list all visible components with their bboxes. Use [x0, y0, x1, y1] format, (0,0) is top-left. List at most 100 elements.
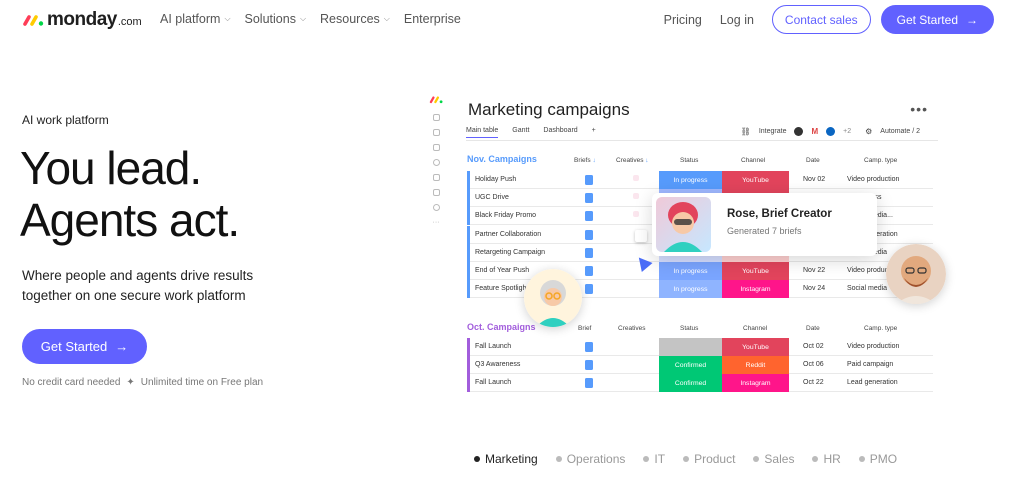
- table-row[interactable]: Fall Launch YouTube Oct 02 Video production: [467, 338, 933, 356]
- campaign-type-cell[interactable]: Video production: [847, 343, 899, 350]
- hero-eyebrow: AI work platform: [22, 113, 109, 127]
- category-tab-product[interactable]: Product: [683, 452, 735, 466]
- login-link[interactable]: Log in: [720, 13, 754, 27]
- calendar-icon[interactable]: [432, 129, 440, 136]
- category-tab-operations[interactable]: Operations: [555, 452, 625, 466]
- document-icon[interactable]: [585, 266, 593, 276]
- nav-link-label: Enterprise: [403, 12, 461, 26]
- people-icon[interactable]: [432, 189, 440, 196]
- headline-line-2: Agents act.: [20, 194, 240, 246]
- date-cell[interactable]: Oct 06: [803, 361, 824, 368]
- tab-gantt[interactable]: Gantt: [512, 127, 529, 138]
- column-header: Channel: [741, 157, 766, 164]
- more-options-icon[interactable]: •••: [910, 101, 928, 117]
- item-name[interactable]: Q3 Awareness: [475, 361, 520, 368]
- creative-thumbnail-icon[interactable]: [633, 193, 639, 200]
- item-name[interactable]: Partner Collaboration: [475, 231, 541, 238]
- hero-headline: You lead. Agents act.: [20, 142, 240, 246]
- nav-resources[interactable]: Resources ⌵: [320, 12, 390, 26]
- channel-cell[interactable]: Reddit: [722, 356, 789, 375]
- board-side-rail: ···: [424, 95, 448, 235]
- category-tab-label: Sales: [764, 452, 795, 466]
- campaign-type-cell[interactable]: Paid campaign: [847, 361, 893, 368]
- document-icon[interactable]: [585, 360, 593, 371]
- hero-get-started-button[interactable]: Get Started →: [22, 329, 147, 364]
- integrate-button[interactable]: Integrate: [759, 128, 787, 135]
- date-cell[interactable]: Nov 02: [803, 176, 825, 183]
- status-cell[interactable]: Confirmed: [659, 356, 722, 375]
- document-icon[interactable]: [585, 247, 593, 258]
- table-row[interactable]: Q3 Awareness Confirmed Reddit Oct 06 Paid ca…: [467, 356, 933, 375]
- category-tab-pmo[interactable]: PMO: [858, 452, 897, 466]
- creative-thumbnail-icon[interactable]: [633, 175, 639, 181]
- category-tab-marketing[interactable]: Marketing: [474, 452, 538, 466]
- channel-cell[interactable]: YouTube: [722, 262, 789, 280]
- status-cell[interactable]: In progress: [659, 280, 722, 299]
- document-icon[interactable]: [585, 229, 593, 240]
- add-view-button[interactable]: +: [592, 127, 596, 138]
- campaign-type-cell[interactable]: Social media: [847, 285, 887, 292]
- item-name[interactable]: Fall Launch: [475, 379, 511, 386]
- home-icon[interactable]: [432, 114, 440, 121]
- document-icon[interactable]: [585, 211, 593, 222]
- status-cell[interactable]: Confirmed: [659, 374, 722, 393]
- notes-icon[interactable]: [432, 144, 440, 151]
- table-row[interactable]: Holiday Push In progress YouTube Nov 02 Vide…: [467, 171, 933, 189]
- item-name[interactable]: Feature Spotlight: [475, 285, 528, 292]
- date-cell[interactable]: Oct 02: [803, 343, 824, 350]
- channel-cell[interactable]: YouTube: [722, 338, 789, 356]
- document-icon[interactable]: [585, 378, 593, 389]
- creative-thumbnail-icon[interactable]: [635, 229, 647, 242]
- agent-name: Rose, Brief Creator: [727, 208, 832, 220]
- date-cell[interactable]: Oct 22: [803, 379, 824, 386]
- category-tab-sales[interactable]: Sales: [753, 452, 794, 466]
- contact-sales-button[interactable]: Contact sales: [771, 5, 871, 34]
- channel-cell[interactable]: YouTube: [722, 171, 789, 189]
- nav-enterprise[interactable]: Enterprise: [404, 12, 461, 26]
- bullet-icon: [858, 456, 865, 462]
- item-name[interactable]: Fall Launch: [475, 343, 511, 350]
- nav-get-started-button[interactable]: Get Started →: [880, 5, 994, 34]
- campaign-type-cell[interactable]: Lead generation: [847, 379, 898, 386]
- category-tab-hr[interactable]: HR: [812, 452, 841, 466]
- date-cell[interactable]: Nov 22: [803, 267, 825, 274]
- heart-icon[interactable]: [432, 159, 440, 166]
- group-title-nov[interactable]: Nov. Campaigns: [467, 154, 537, 164]
- tab-dashboard[interactable]: Dashboard: [543, 127, 577, 138]
- chevron-down-icon: ⌵: [383, 14, 390, 23]
- group-title-oct[interactable]: Oct. Campaigns: [467, 322, 536, 332]
- channel-cell[interactable]: Instagram: [722, 374, 789, 393]
- item-name[interactable]: Black Friday Promo: [475, 212, 536, 219]
- column-header: Briefs ↓: [574, 157, 596, 164]
- document-icon[interactable]: [585, 193, 593, 204]
- nav-ai-platform[interactable]: AI platform ⌵: [160, 12, 231, 26]
- item-name[interactable]: UGC Drive: [475, 194, 509, 201]
- table-row[interactable]: Fall Launch Confirmed Instagram Oct 22 Lead …: [467, 374, 933, 393]
- more-icon[interactable]: ···: [424, 219, 448, 226]
- tab-main-table[interactable]: Main table: [466, 127, 499, 138]
- nav-links: AI platform ⌵ Solutions ⌵ Resources ⌵ En…: [160, 12, 461, 26]
- status-cell[interactable]: In progress: [659, 262, 722, 280]
- document-icon[interactable]: [585, 342, 593, 352]
- campaign-type-cell[interactable]: Video production: [847, 176, 899, 183]
- button-label: Get Started: [40, 339, 108, 354]
- creative-thumbnail-icon[interactable]: [633, 211, 639, 218]
- automate-button[interactable]: Automate / 2: [880, 128, 920, 135]
- board-title: Marketing campaigns: [468, 100, 630, 119]
- settings-icon[interactable]: [432, 204, 440, 211]
- status-cell[interactable]: [659, 338, 722, 356]
- apps-icon[interactable]: [432, 174, 440, 181]
- channel-cell[interactable]: Instagram: [722, 280, 789, 299]
- category-tab-it[interactable]: IT: [643, 452, 665, 466]
- item-name[interactable]: End of Year Push: [475, 267, 529, 274]
- document-icon[interactable]: [585, 175, 593, 185]
- monday-logo[interactable]: monday .com: [22, 9, 142, 31]
- nav-link-label: Resources: [320, 12, 380, 26]
- document-icon[interactable]: [585, 284, 593, 295]
- pricing-link[interactable]: Pricing: [664, 13, 702, 27]
- date-cell[interactable]: Nov 24: [803, 285, 825, 292]
- nav-solutions[interactable]: Solutions ⌵: [245, 12, 307, 26]
- item-name[interactable]: Retargeting Campaign: [475, 249, 545, 256]
- status-cell[interactable]: In progress: [659, 171, 722, 189]
- item-name[interactable]: Holiday Push: [475, 176, 516, 183]
